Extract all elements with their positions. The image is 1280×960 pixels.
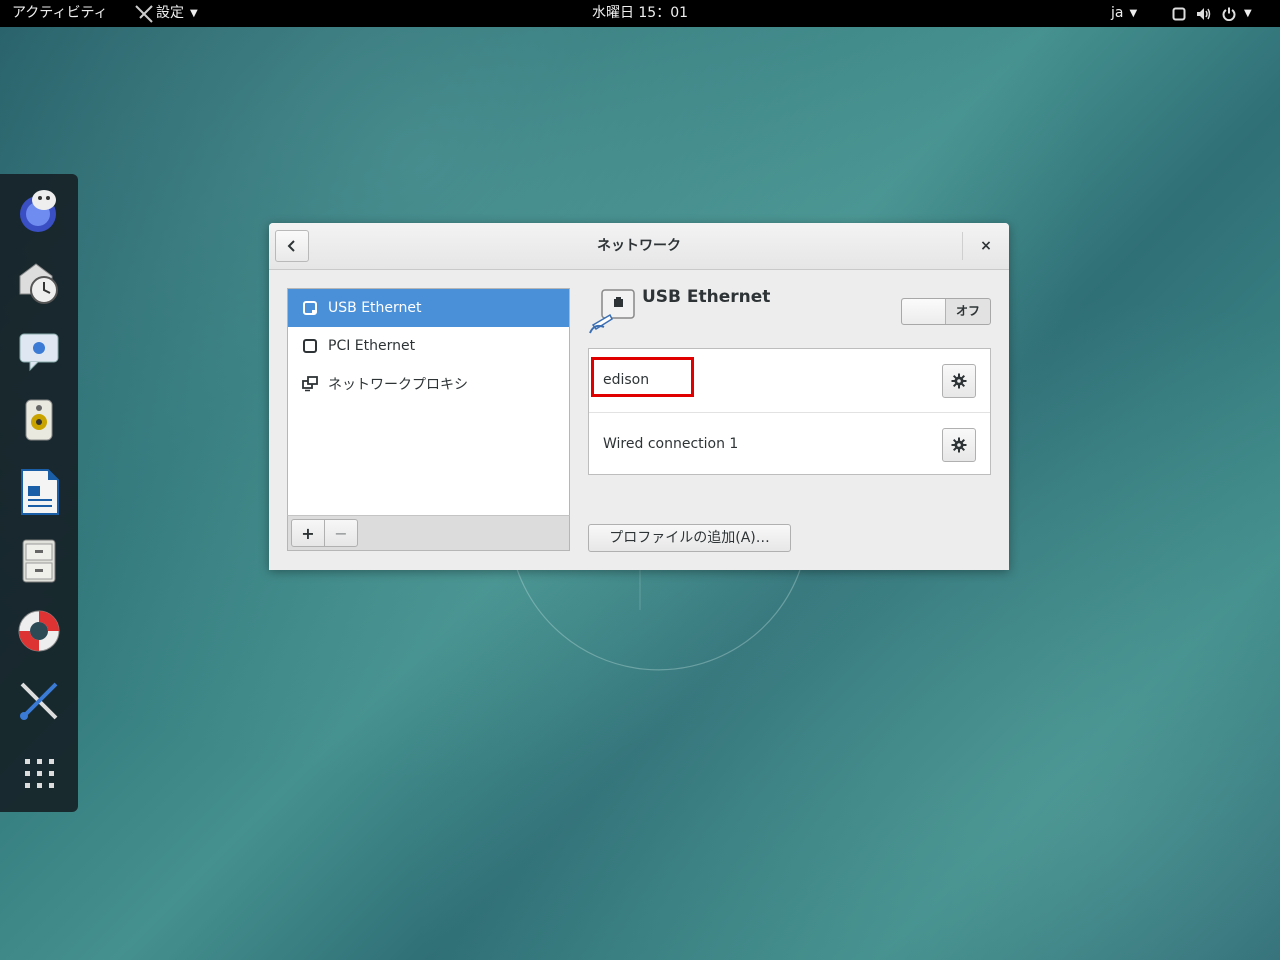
device-item-network-proxy[interactable]: ネットワークプロキシ bbox=[288, 365, 569, 403]
chevron-down-icon: ▼ bbox=[1129, 8, 1138, 19]
top-bar: アクティビティ 設定 ▼ 水曜日 15：01 ja ▼ ▼ bbox=[0, 0, 1280, 27]
device-list: USB Ethernet PCI Ethernet ネットワークプロキシ bbox=[287, 288, 570, 517]
mail-clock-icon[interactable] bbox=[14, 258, 64, 308]
chevron-down-icon: ▼ bbox=[1244, 8, 1252, 19]
add-device-button[interactable]: + bbox=[291, 519, 325, 547]
dash bbox=[0, 174, 78, 812]
close-button[interactable]: × bbox=[971, 231, 1001, 261]
device-label: PCI Ethernet bbox=[328, 338, 416, 354]
web-browser-icon[interactable] bbox=[14, 186, 64, 236]
wired-network-icon bbox=[302, 300, 318, 316]
gear-icon bbox=[951, 437, 967, 453]
chevron-down-icon: ▼ bbox=[190, 8, 198, 19]
gear-icon bbox=[951, 373, 967, 389]
remove-device-button[interactable]: − bbox=[324, 519, 358, 547]
volume-icon bbox=[1197, 7, 1211, 20]
title-separator bbox=[962, 232, 963, 260]
switch-state-label: オフ bbox=[955, 304, 980, 318]
file-cabinet-icon[interactable] bbox=[14, 536, 64, 586]
profile-row-edison[interactable]: edison bbox=[589, 349, 990, 411]
header-bar: ネットワーク × bbox=[269, 223, 1009, 270]
input-language-menu[interactable]: ja ▼ bbox=[1111, 0, 1137, 27]
back-button[interactable] bbox=[275, 230, 309, 262]
profile-list: edison Wired connection 1 bbox=[588, 348, 991, 475]
device-item-usb-ethernet[interactable]: USB Ethernet bbox=[288, 289, 569, 327]
network-proxy-icon bbox=[302, 376, 318, 392]
help-lifebuoy-icon[interactable] bbox=[14, 606, 64, 656]
power-icon bbox=[1222, 7, 1236, 21]
window-title: ネットワーク bbox=[597, 238, 681, 254]
app-menu[interactable]: 設定 ▼ bbox=[134, 0, 198, 27]
device-power-switch[interactable]: オフ bbox=[901, 298, 991, 325]
show-apps-grid-icon[interactable] bbox=[14, 748, 64, 798]
writer-document-icon[interactable] bbox=[14, 466, 64, 516]
chevron-left-icon bbox=[287, 240, 295, 252]
profile-name: Wired connection 1 bbox=[603, 436, 739, 452]
settings-tools-icon bbox=[135, 4, 153, 23]
device-item-pci-ethernet[interactable]: PCI Ethernet bbox=[288, 327, 569, 365]
device-list-toolbar: + − bbox=[287, 515, 570, 551]
system-menu[interactable]: ▼ bbox=[1172, 0, 1252, 27]
network-settings-window: ネットワーク × USB Ethernet PCI Ethernet ネットワー… bbox=[269, 223, 1009, 570]
add-profile-button[interactable]: プロファイルの追加(A)… bbox=[588, 524, 791, 552]
window-icon bbox=[1172, 7, 1186, 20]
language-label: ja bbox=[1111, 5, 1124, 21]
switch-slider bbox=[902, 299, 946, 324]
device-label: ネットワークプロキシ bbox=[328, 377, 468, 393]
device-label: USB Ethernet bbox=[328, 300, 422, 316]
close-icon: × bbox=[980, 238, 992, 254]
clock-label[interactable]: 水曜日 15：01 bbox=[592, 5, 688, 21]
profile-settings-button[interactable] bbox=[942, 364, 976, 398]
chat-icon[interactable] bbox=[14, 326, 64, 376]
wired-network-icon bbox=[302, 338, 318, 354]
profile-settings-button[interactable] bbox=[942, 428, 976, 462]
profile-name: edison bbox=[603, 372, 650, 388]
profile-row-wired-connection-1[interactable]: Wired connection 1 bbox=[589, 412, 990, 475]
settings-tools-icon[interactable] bbox=[14, 676, 64, 726]
activities-button[interactable]: アクティビティ bbox=[12, 0, 108, 27]
device-heading: USB Ethernet bbox=[642, 287, 771, 307]
usb-ethernet-icon bbox=[588, 287, 636, 335]
music-speaker-icon[interactable] bbox=[14, 396, 64, 446]
app-menu-label: 設定 bbox=[156, 5, 184, 21]
